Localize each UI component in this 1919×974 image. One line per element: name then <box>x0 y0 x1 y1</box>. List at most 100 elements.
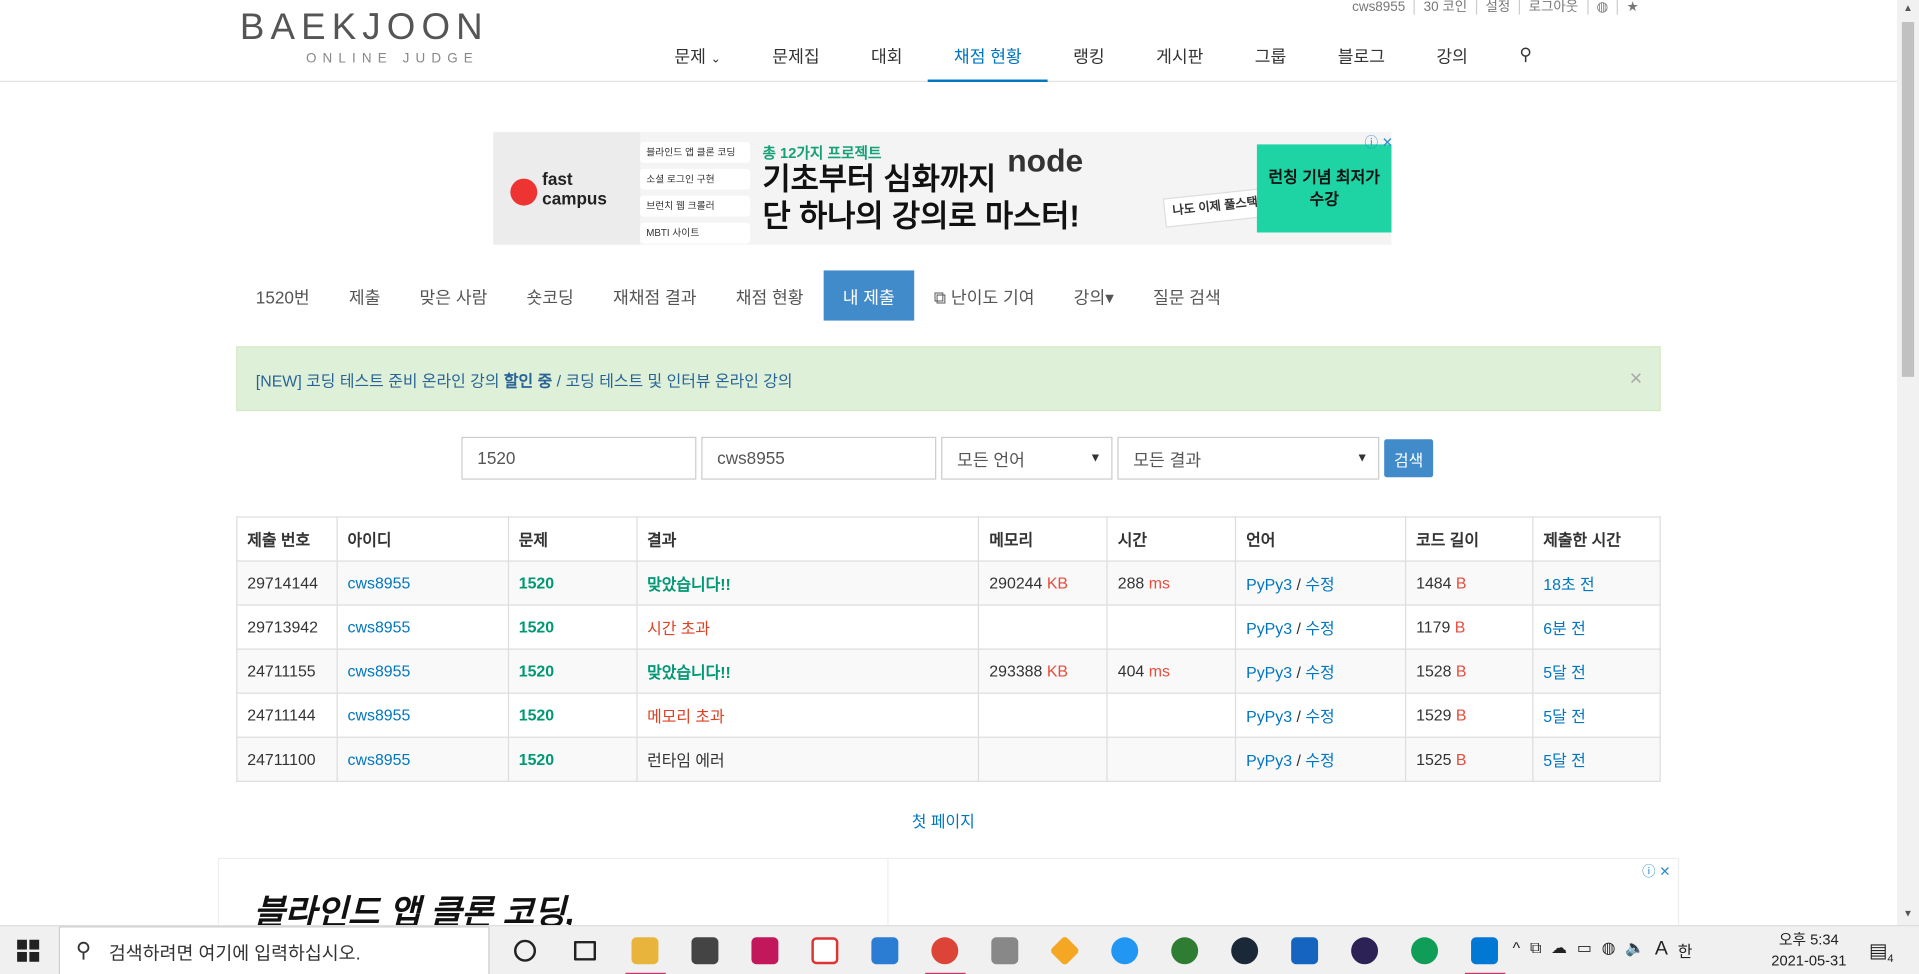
submit-time-link[interactable]: 5달 전 <box>1543 663 1586 681</box>
user-link[interactable]: cws8955 <box>348 574 411 592</box>
app-red-icon[interactable] <box>736 926 796 974</box>
ad-banner[interactable]: fast campus 블라인드 앱 클론 코딩 소셜 로그인 구현 브런치 웹… <box>493 132 1392 245</box>
git-icon[interactable] <box>1035 926 1095 974</box>
subnav-my-submissions[interactable]: 내 제출 <box>823 270 915 321</box>
book-icon[interactable] <box>1275 926 1335 974</box>
edit-link[interactable]: 수정 <box>1305 751 1334 769</box>
subnav-rejudge[interactable]: 재채점 결과 <box>593 270 716 320</box>
onedrive-icon[interactable]: ☁ <box>1551 939 1567 962</box>
nav-problems[interactable]: 문제 ⌄ <box>649 29 747 82</box>
nav-blog[interactable]: 블로그 <box>1312 29 1411 82</box>
submit-time-link[interactable]: 5달 전 <box>1543 751 1586 769</box>
nav-lecture[interactable]: 강의 <box>1411 29 1494 82</box>
ime-indicator[interactable]: 한 <box>1678 939 1693 962</box>
submit-time-link[interactable]: 18초 전 <box>1543 575 1594 593</box>
subnav-problem[interactable]: 1520번 <box>236 270 329 320</box>
scroll-down-icon[interactable]: ▼ <box>1903 908 1913 919</box>
scroll-up-icon[interactable]: ▲ <box>1903 2 1913 13</box>
battery-icon[interactable]: ▭ <box>1577 939 1592 962</box>
user-link[interactable]: cws8955 <box>348 662 411 680</box>
edit-link[interactable]: 수정 <box>1305 707 1334 725</box>
ad-close-icon[interactable]: ⓘ ✕ <box>1365 132 1393 152</box>
page-scrollbar[interactable]: ▲ ▼ <box>1896 0 1919 926</box>
alert-text-2[interactable]: / 코딩 테스트 및 인터뷰 온라인 강의 <box>552 372 793 390</box>
eclipse-icon[interactable] <box>1335 926 1395 974</box>
nav-group[interactable]: 그룹 <box>1229 29 1312 82</box>
app-blue-circle-icon[interactable] <box>1095 926 1155 974</box>
steam-icon[interactable] <box>1215 926 1275 974</box>
bottom-ad[interactable]: 블라인드 앱 클론 코딩, ⓘ ✕ <box>217 857 1680 932</box>
windows-start-icon[interactable] <box>17 939 40 962</box>
scrollbar-thumb[interactable] <box>1901 22 1915 377</box>
notification-icon[interactable]: ▤4 <box>1869 939 1894 964</box>
alert-text[interactable]: [NEW] 코딩 테스트 준비 온라인 강의 <box>256 372 504 390</box>
result-select[interactable]: 모든 결과 ▼ <box>1117 436 1380 480</box>
nav-status[interactable]: 채점 현황 <box>928 29 1048 82</box>
submit-time-link[interactable]: 6분 전 <box>1543 619 1586 637</box>
user-link-username[interactable]: cws8955 <box>1344 0 1416 15</box>
globe-icon[interactable]: ◍ <box>1588 0 1619 15</box>
search-button[interactable]: 검색 <box>1384 439 1434 478</box>
edit-link[interactable]: 수정 <box>1305 575 1334 593</box>
close-icon[interactable]: × <box>1630 366 1643 392</box>
vscode-icon[interactable] <box>1455 926 1515 974</box>
language-link[interactable]: PyPy3 <box>1246 663 1292 681</box>
language-link[interactable]: PyPy3 <box>1246 751 1292 769</box>
user-link-logout[interactable]: 로그아웃 <box>1520 0 1588 15</box>
subnav-status[interactable]: 채점 현황 <box>716 270 823 320</box>
alert-bold[interactable]: 할인 중 <box>504 372 552 390</box>
network-icon[interactable]: ◍ <box>1602 939 1616 962</box>
subnav-shortcoding[interactable]: 숏코딩 <box>507 270 593 320</box>
app-gear-icon[interactable] <box>975 926 1035 974</box>
subnav-lecture[interactable]: 강의▾ <box>1054 270 1133 320</box>
subnav-difficulty[interactable]: ⧉ 난이도 기여 <box>914 270 1054 320</box>
nav-contest[interactable]: 대회 <box>845 29 928 82</box>
problem-link[interactable]: 1520 <box>519 706 554 724</box>
tray-app-icon[interactable]: ⧉ <box>1530 939 1541 962</box>
file-explorer-icon[interactable] <box>616 926 676 974</box>
search-icon[interactable]: ⚲ <box>1494 29 1558 82</box>
language-link[interactable]: PyPy3 <box>1246 619 1292 637</box>
taskbar-search-input[interactable]: ⚲ 검색하려면 여기에 입력하십시오. <box>58 926 490 974</box>
problem-link[interactable]: 1520 <box>519 662 554 680</box>
language-link[interactable]: PyPy3 <box>1246 575 1292 593</box>
language-link[interactable]: PyPy3 <box>1246 707 1292 725</box>
user-id-input[interactable]: cws8955 <box>701 436 937 480</box>
cortana-icon[interactable] <box>496 926 556 974</box>
volume-icon[interactable]: 🔈 <box>1625 939 1645 962</box>
store-icon[interactable] <box>676 926 736 974</box>
nav-board[interactable]: 게시판 <box>1130 29 1229 82</box>
first-page-link[interactable]: 첫 페이지 <box>912 809 975 832</box>
submit-time-link[interactable]: 5달 전 <box>1543 707 1586 725</box>
user-link-coins[interactable]: 30 코인 <box>1415 0 1477 15</box>
problem-link[interactable]: 1520 <box>519 618 554 636</box>
user-link[interactable]: cws8955 <box>348 706 411 724</box>
subnav-submit[interactable]: 제출 <box>329 270 400 320</box>
edit-link[interactable]: 수정 <box>1305 619 1334 637</box>
ad-cta[interactable]: 런칭 기념 최저가 수강 <box>1256 144 1392 233</box>
star-icon[interactable]: ★ <box>1618 0 1647 15</box>
nav-ranking[interactable]: 랭킹 <box>1047 29 1130 82</box>
chevron-up-icon[interactable]: ^ <box>1513 939 1520 962</box>
subnav-solvers[interactable]: 맞은 사람 <box>400 270 507 320</box>
user-link-settings[interactable]: 설정 <box>1477 0 1521 15</box>
font-icon[interactable]: A <box>1655 939 1668 962</box>
ad-close-icon[interactable]: ⓘ ✕ <box>1642 861 1670 881</box>
site-logo[interactable]: BAEKJOON ONLINE JUDGE <box>240 7 558 68</box>
app-green-circle-icon[interactable] <box>1155 926 1215 974</box>
user-link[interactable]: cws8955 <box>348 618 411 636</box>
user-link[interactable]: cws8955 <box>348 750 411 768</box>
language-select[interactable]: 모든 언어 ▼ <box>941 436 1113 480</box>
problem-link[interactable]: 1520 <box>519 574 554 592</box>
task-view-icon[interactable] <box>556 926 616 974</box>
edit-link[interactable]: 수정 <box>1305 663 1334 681</box>
mail-icon[interactable] <box>855 926 915 974</box>
problem-id-input[interactable]: 1520 <box>461 436 697 480</box>
taskbar-clock[interactable]: 오후 5:34 2021-05-31 <box>1765 930 1853 972</box>
edge-icon[interactable] <box>1395 926 1455 974</box>
subnav-questions[interactable]: 질문 검색 <box>1133 270 1240 320</box>
nav-workbook[interactable]: 문제집 <box>747 29 846 82</box>
problem-link[interactable]: 1520 <box>519 750 554 768</box>
chrome-icon[interactable] <box>915 926 975 974</box>
sync-icon[interactable] <box>796 926 856 974</box>
